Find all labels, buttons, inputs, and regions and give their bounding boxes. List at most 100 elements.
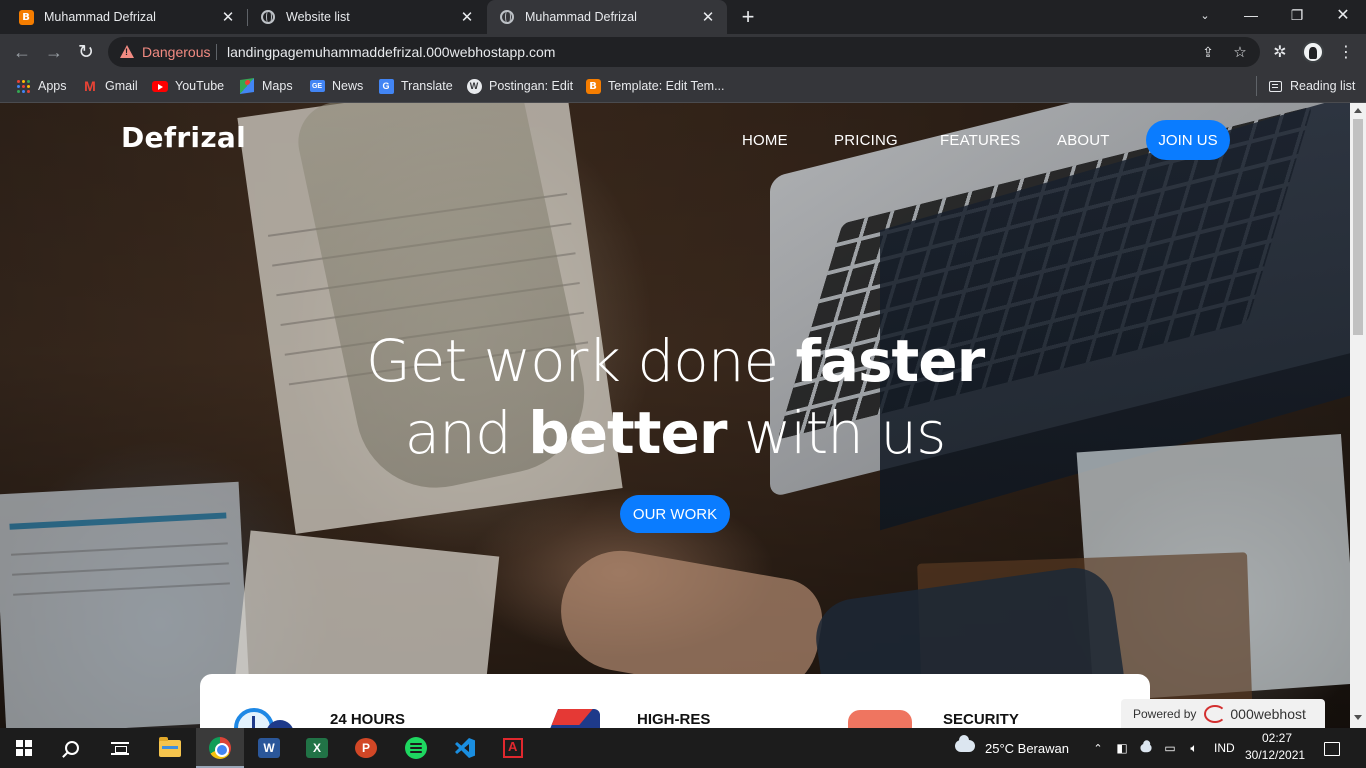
headline-text: Get work done <box>365 327 796 395</box>
notification-icon[interactable] <box>1324 741 1340 757</box>
gmail-icon: M <box>84 78 96 94</box>
tab-website-list[interactable]: Website list ✕ <box>248 0 486 34</box>
nav-home[interactable]: HOME <box>742 132 788 149</box>
hero-headline: Get work done faster and better with us <box>0 325 1350 469</box>
maps-icon <box>239 78 255 94</box>
security-shield-icon <box>848 710 912 728</box>
bookmark-label: Maps <box>262 79 293 93</box>
join-us-button[interactable]: JOIN US <box>1146 120 1230 160</box>
network-icon[interactable]: ▭ <box>1162 740 1178 756</box>
translate-icon: G <box>378 78 394 94</box>
scroll-thumb[interactable] <box>1353 119 1363 335</box>
extensions-puzzle-icon[interactable]: ✲ <box>1266 38 1294 66</box>
bookmark-postingan-edit[interactable]: W Postingan: Edit <box>466 76 573 96</box>
clock-date[interactable]: 30/12/2021 <box>1245 748 1305 762</box>
feature-security: SECURITY <box>943 711 1019 728</box>
close-tab-icon[interactable]: ✕ <box>458 8 476 26</box>
close-window-icon[interactable]: ✕ <box>1320 0 1366 30</box>
weather-text[interactable]: 25°C Berawan <box>985 741 1069 756</box>
powerpoint-icon[interactable]: P <box>342 728 390 768</box>
url-text[interactable]: landingpagemuhammaddefrizal.000webhostap… <box>227 44 555 60</box>
headline-text: with us <box>726 399 946 467</box>
security-status[interactable]: Dangerous <box>142 44 211 60</box>
show-hidden-icons-chevron-icon[interactable]: ⌃ <box>1090 740 1106 756</box>
bookmark-label: Postingan: Edit <box>489 79 574 93</box>
000webhost-name: 000webhost <box>1230 706 1306 722</box>
tab-muhammad-defrizal-1[interactable]: B Muhammad Defrizal ✕ <box>0 0 247 34</box>
chrome-icon[interactable] <box>196 728 244 768</box>
bookmarks-divider <box>1256 76 1257 96</box>
onedrive-cloud-icon[interactable] <box>1138 740 1154 756</box>
blogger-icon: B <box>18 9 34 25</box>
minimize-icon[interactable]: — <box>1228 0 1274 30</box>
reading-list-label: Reading list <box>1290 79 1356 93</box>
profile-avatar[interactable] <box>1302 41 1324 63</box>
close-tab-icon[interactable]: ✕ <box>219 8 237 26</box>
bookmark-label: News <box>332 79 364 93</box>
page-scrollbar[interactable] <box>1350 103 1366 728</box>
menu-kebab-icon[interactable]: ⋮ <box>1332 38 1360 66</box>
headline-text: and <box>404 399 529 467</box>
reload-icon[interactable]: ↻ <box>72 38 100 66</box>
spotify-icon[interactable] <box>392 728 440 768</box>
apps-grid-icon <box>15 78 31 94</box>
meet-now-icon[interactable]: ◧ <box>1114 740 1130 756</box>
bookmark-apps[interactable]: Apps <box>15 76 67 96</box>
page-viewport: Defrizal HOME PRICING FEATURES ABOUT JOI… <box>0 103 1350 728</box>
tab-muhammad-defrizal-active[interactable]: Muhammad Defrizal ✕ <box>487 0 727 34</box>
new-tab-button[interactable]: + <box>736 4 760 30</box>
acrobat-icon[interactable] <box>489 728 537 768</box>
reading-list-button[interactable]: Reading list <box>1267 76 1355 96</box>
globe-icon <box>260 9 276 25</box>
forward-arrow-icon[interactable]: → <box>40 38 68 66</box>
tab-title: Website list <box>286 10 350 24</box>
task-view-icon[interactable] <box>96 728 144 768</box>
high-res-icon <box>540 709 600 728</box>
bookmark-youtube[interactable]: YouTube <box>152 76 224 96</box>
vscode-icon[interactable] <box>441 728 489 768</box>
start-icon[interactable] <box>0 728 48 768</box>
word-icon[interactable]: W <box>245 728 293 768</box>
powered-by-label: Powered by <box>1133 707 1197 721</box>
bookmark-maps[interactable]: Maps <box>239 76 293 96</box>
clock-time[interactable]: 02:27 <box>1249 731 1305 745</box>
browser-toolbar: ← → ↻ Dangerous landingpagemuhammaddefri… <box>0 34 1366 70</box>
close-tab-icon[interactable]: ✕ <box>699 8 717 26</box>
weather-cloud-icon[interactable] <box>955 735 975 752</box>
youtube-icon <box>152 78 168 94</box>
file-explorer-icon[interactable] <box>146 728 194 768</box>
bookmark-news[interactable]: GE News <box>309 76 363 96</box>
bookmarks-bar: Apps M Gmail YouTube Maps GE News G Tran… <box>0 70 1366 103</box>
wordpress-icon: W <box>466 78 482 94</box>
search-icon[interactable] <box>48 728 96 768</box>
nav-about[interactable]: ABOUT <box>1057 132 1110 149</box>
nav-pricing[interactable]: PRICING <box>834 132 898 149</box>
nav-features[interactable]: FEATURES <box>940 132 1021 149</box>
address-divider <box>216 44 217 60</box>
features-card: 24 HOURS HIGH-RES SECURITY <box>200 674 1150 728</box>
bookmark-template-edit[interactable]: B Template: Edit Tem... <box>585 76 725 96</box>
news-icon: GE <box>309 78 325 94</box>
powered-by-000webhost-badge[interactable]: Powered by 000webhost <box>1121 699 1325 728</box>
headline-emphasis: better <box>528 399 727 467</box>
tab-search-chevron-icon[interactable]: ⌄ <box>1182 0 1228 30</box>
input-language[interactable]: IND <box>1214 741 1235 755</box>
excel-icon[interactable]: X <box>293 728 341 768</box>
bookmark-gmail[interactable]: M Gmail <box>82 76 138 96</box>
volume-icon[interactable]: 🔈︎ <box>1186 740 1202 756</box>
bookmark-label: Template: Edit Tem... <box>608 79 725 93</box>
warning-triangle-icon[interactable] <box>120 45 134 58</box>
share-icon[interactable]: ⇪ <box>1198 42 1218 62</box>
back-arrow-icon[interactable]: ← <box>8 38 36 66</box>
bookmark-translate[interactable]: G Translate <box>378 76 453 96</box>
windows-taskbar: W X P 25°C Berawan ⌃ ◧ ▭ 🔈︎ IND 02:27 30… <box>0 728 1366 768</box>
site-logo[interactable]: Defrizal <box>121 121 246 154</box>
scroll-down-arrow-icon[interactable] <box>1354 715 1362 720</box>
our-work-button[interactable]: OUR WORK <box>620 495 730 533</box>
restore-icon[interactable]: ❐ <box>1274 0 1320 30</box>
reading-list-icon <box>1267 78 1283 94</box>
scroll-up-arrow-icon[interactable] <box>1354 108 1362 113</box>
bookmark-star-icon[interactable]: ☆ <box>1230 42 1250 62</box>
000webhost-swirl-icon <box>1204 705 1227 723</box>
address-bar[interactable]: Dangerous landingpagemuhammaddefrizal.00… <box>108 37 1260 67</box>
